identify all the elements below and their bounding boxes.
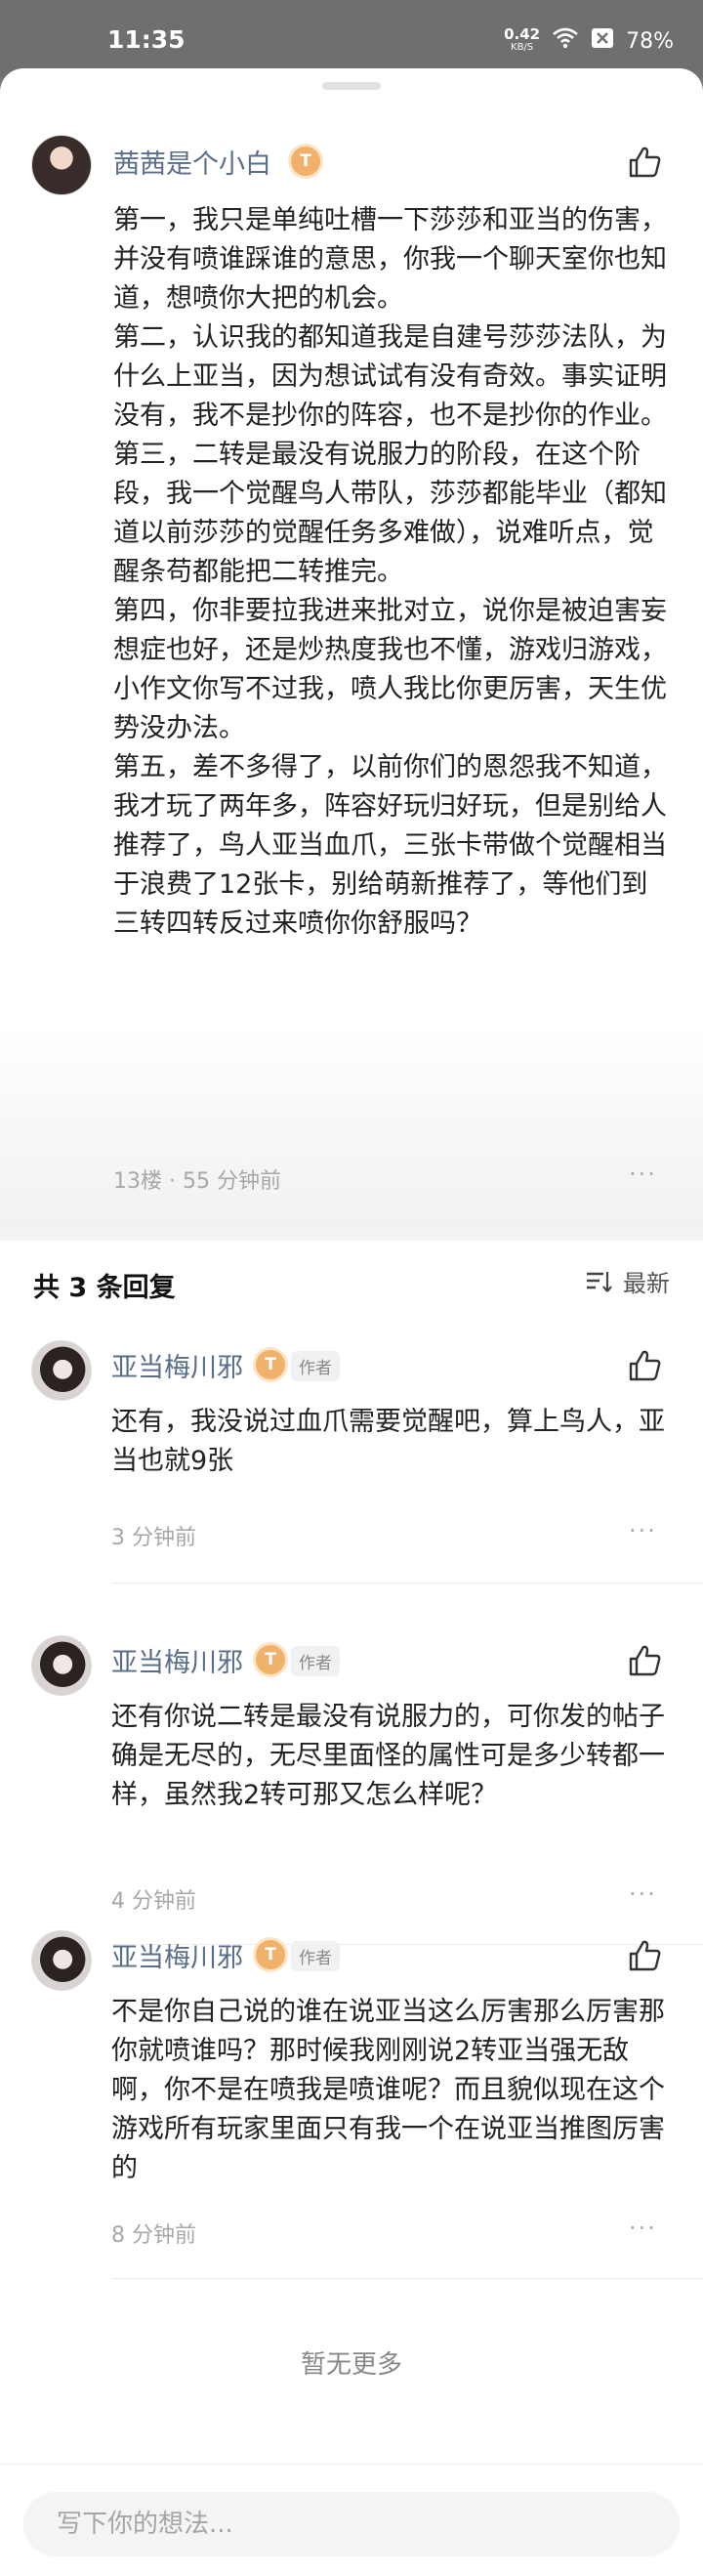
comment-paragraph: 第二，认识我的都知道我是自建号莎莎法队，为什么上亚当，因为想试试有没有奇效。事实… — [113, 322, 667, 431]
comment-paragraph: 第五，差不多得了，以前你们的恩怨我不知道，我才玩了两年多，阵容好玩归好玩，但是别… — [113, 752, 667, 939]
reply-meta: 8 分钟前 — [111, 2223, 196, 2248]
like-button[interactable] — [625, 1641, 664, 1680]
status-bar: 11:35 0.42 KB/S 78% — [0, 0, 703, 78]
level-badge-icon: T — [256, 1940, 285, 1969]
reply-text: 还有你说二转是最没有说服力的，可你发的帖子确是无尽的，无尽里面怪的属性可是多少转… — [111, 1702, 665, 1810]
author-tag: 作者 — [291, 1646, 340, 1676]
like-button[interactable] — [625, 143, 664, 182]
reply-meta: 3 分钟前 — [111, 1526, 196, 1550]
status-time: 11:35 — [107, 25, 186, 54]
reply-username[interactable]: 亚当梅川邪 — [111, 1641, 243, 1679]
net-speed-unit: KB/S — [511, 42, 534, 53]
level-badge-icon: T — [256, 1645, 285, 1674]
level-badge-icon: T — [291, 147, 320, 176]
like-button[interactable] — [625, 1346, 664, 1385]
reply-divider — [111, 1583, 703, 1584]
thumbs-up-icon — [629, 1645, 661, 1676]
avatar[interactable] — [31, 1930, 92, 1991]
wifi-icon — [552, 27, 579, 55]
reply-divider — [111, 2278, 703, 2279]
thumbs-up-icon — [629, 1940, 661, 1971]
reply-username[interactable]: 亚当梅川邪 — [111, 1936, 243, 1974]
comment-paragraph: 第三，二转是最没有说服力的阶段，在这个阶段，我一个觉醒鸟人带队，莎莎都能毕业（都… — [113, 440, 667, 587]
comment-username[interactable]: 茜茜是个小白 — [113, 143, 271, 181]
avatar[interactable] — [31, 135, 92, 195]
reply-text: 还有，我没说过血爪需要觉醒吧，算上鸟人，亚当也就9张 — [111, 1407, 665, 1476]
reply-text: 不是你自己说的谁在说亚当这么厉害那么厉害那你就喷谁吗？那时候我刚刚说2转亚当强无… — [111, 1997, 665, 2183]
comment-body: 第一，我只是单纯吐槽一下莎莎和亚当的伤害，并没有喷谁踩谁的意思，你我一个聊天室你… — [113, 201, 670, 944]
compose-bar: 写下你的想法... — [0, 2464, 703, 2576]
avatar[interactable] — [31, 1635, 92, 1696]
sim-off-icon — [591, 27, 614, 55]
thumbs-up-icon — [629, 147, 661, 178]
comment-paragraph: 第一，我只是单纯吐槽一下莎莎和亚当的伤害，并没有喷谁踩谁的意思，你我一个聊天室你… — [113, 205, 667, 314]
comment-sheet: 茜茜是个小白 T 第一，我只是单纯吐槽一下莎莎和亚当的伤害，并没有喷谁踩谁的意思… — [0, 68, 703, 2576]
sort-latest-button[interactable]: 最新 — [584, 1264, 670, 1298]
drag-handle[interactable] — [322, 82, 381, 90]
battery-level: 78% — [626, 28, 674, 54]
sort-icon — [587, 1271, 612, 1292]
no-more-indicator: 暂无更多 — [300, 2350, 402, 2380]
section-divider — [0, 1227, 703, 1241]
more-options-button[interactable]: ··· — [629, 2215, 657, 2242]
comment-paragraph: 第四，你非要拉我进来批对立，说你是被迫害妄想症也好，还是炒热度我也不懂，游戏归游… — [113, 596, 667, 743]
comment-input[interactable]: 写下你的想法... — [23, 2492, 680, 2556]
sort-label: 最新 — [623, 1270, 670, 1297]
net-speed-value: 0.42 — [504, 25, 541, 43]
avatar[interactable] — [31, 1340, 92, 1401]
main-comment: 茜茜是个小白 T 第一，我只是单纯吐槽一下莎莎和亚当的伤害，并没有喷谁踩谁的意思… — [0, 104, 703, 1227]
more-options-button[interactable]: ··· — [629, 1517, 657, 1544]
status-indicators: 0.42 KB/S 78% — [504, 21, 674, 61]
reply-username[interactable]: 亚当梅川邪 — [111, 1346, 243, 1384]
comment-meta: 13楼 · 55 分钟前 — [113, 1169, 281, 1194]
reply-meta: 4 分钟前 — [111, 1889, 196, 1914]
level-badge-icon: T — [256, 1350, 285, 1379]
thumbs-up-icon — [629, 1350, 661, 1381]
net-speed: 0.42 KB/S — [504, 25, 541, 54]
replies-count-title: 共 3 条回复 — [33, 1273, 176, 1303]
more-options-button[interactable]: ··· — [629, 1161, 657, 1188]
like-button[interactable] — [625, 1936, 664, 1975]
author-tag: 作者 — [291, 1351, 340, 1381]
author-tag: 作者 — [291, 1941, 340, 1971]
more-options-button[interactable]: ··· — [629, 1880, 657, 1908]
